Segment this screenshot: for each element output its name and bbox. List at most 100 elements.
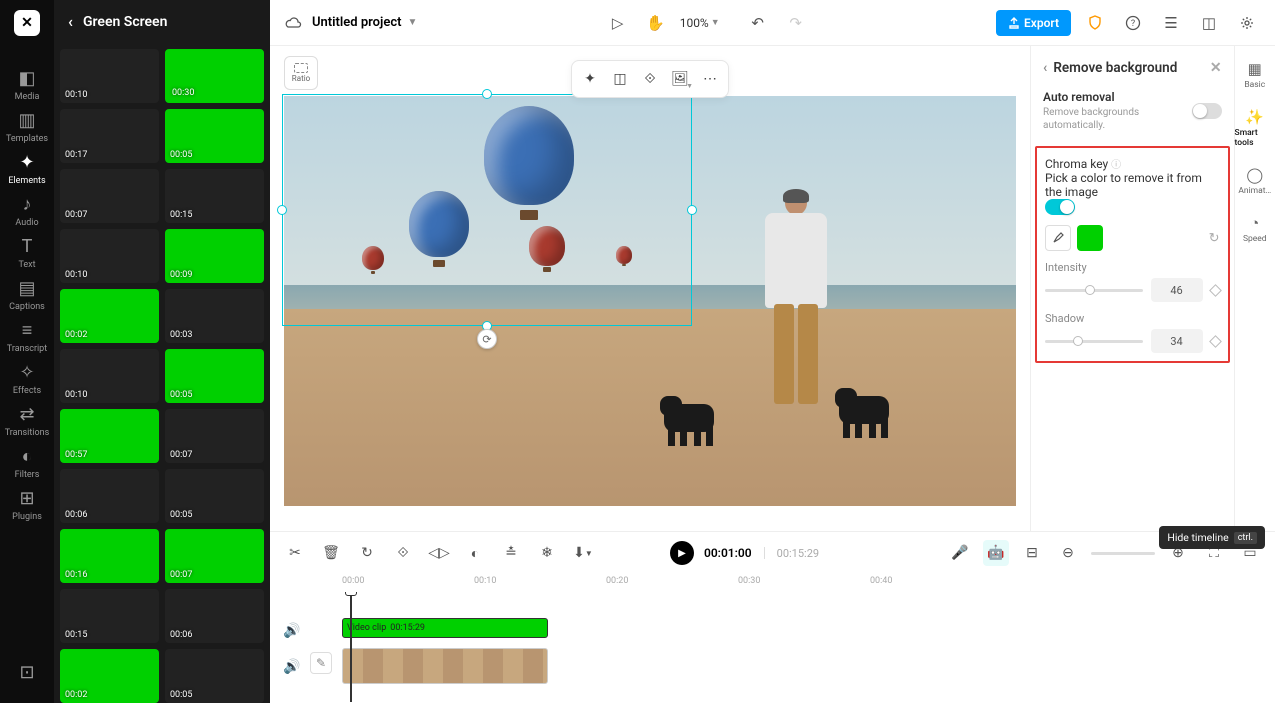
ratio-button[interactable]: Ratio [284,56,318,90]
cloud-icon[interactable] [284,16,302,30]
element-thumb[interactable]: 00:03 [165,289,264,343]
flip-icon[interactable]: ◐ [462,540,488,566]
auto-caption-icon[interactable]: 🤖 [983,540,1009,566]
chroma-color-swatch[interactable] [1077,225,1103,251]
close-icon[interactable]: ✕ [1210,60,1222,76]
nav-item-elements[interactable]: ✦Elements [5,148,50,190]
queue-icon[interactable]: ☰ [1157,9,1185,37]
export-button[interactable]: Export [996,10,1071,36]
shadow-slider[interactable] [1045,340,1143,343]
play-button[interactable]: ▶ [670,541,694,565]
track-edit-icon[interactable]: ✎ [310,652,332,674]
nav-bottom-icon[interactable]: ⊡ [19,662,34,683]
undo-icon[interactable]: ↶ [744,9,772,37]
element-thumb[interactable]: 00:10 [60,349,159,403]
shield-icon[interactable] [1081,9,1109,37]
nav-item-templates[interactable]: ▥Templates [5,106,50,148]
keyframe-icon[interactable] [1209,335,1222,348]
right-tab-animat-[interactable]: ◯Animat… [1238,166,1271,196]
panel-back-icon[interactable]: ‹ [68,12,73,31]
split-icon[interactable]: ✂ [282,540,308,566]
track-mute-icon[interactable]: 🔊 [280,616,304,646]
overlay-clip[interactable]: Video clip 00:15:29 [342,618,548,638]
right-tab-speed[interactable]: ◔Speed [1243,214,1267,244]
element-thumb[interactable]: 00:07 [60,169,159,223]
image-icon[interactable]: 🖼▼ [666,65,694,93]
element-thumb[interactable]: 00:17 [60,109,159,163]
nav-item-transcript[interactable]: ≡Transcript [5,316,50,358]
base-clip[interactable] [342,648,548,684]
element-thumb[interactable]: 00:05 [165,349,264,403]
canvas-viewport[interactable]: ⟳ [284,96,1016,517]
overlay-icon[interactable]: ◫ [606,65,634,93]
intensity-value[interactable]: 46 [1151,278,1203,302]
retry-icon[interactable]: ↻ [354,540,380,566]
element-thumb[interactable]: 00:06 [60,469,159,523]
timeline-tracks[interactable]: 🔊 🔊 ✎ Video clip 00:15:29 [270,592,1275,703]
mirror-icon[interactable]: ◁▷ [426,540,452,566]
auto-removal-toggle[interactable] [1192,103,1222,119]
video-frame[interactable]: ⟳ [284,96,1016,506]
rotate-handle[interactable]: ⟳ [477,329,497,349]
chroma-toggle[interactable] [1045,199,1075,215]
app-logo[interactable]: ✕ [14,10,40,36]
layout-icon[interactable]: ◫ [1195,9,1223,37]
nav-item-captions[interactable]: ▤Captions [5,274,50,316]
adjust-icon[interactable]: ≛ [498,540,524,566]
element-thumb[interactable]: 00:57 [60,409,159,463]
element-thumb[interactable]: 00:02 [60,649,159,703]
zoom-level[interactable]: 100% ▼ [680,16,720,30]
resize-handle[interactable] [687,205,697,215]
hand-tool-icon[interactable]: ✋ [642,9,670,37]
redo-icon[interactable]: ↷ [782,9,810,37]
more-icon[interactable]: ⋯ [696,65,724,93]
element-thumb[interactable]: 00:06 [165,589,264,643]
nav-item-transitions[interactable]: ⇄Transitions [5,400,50,442]
eyedropper-icon[interactable] [1045,225,1071,251]
nav-item-audio[interactable]: ♪Audio [5,190,50,232]
element-thumb[interactable]: 00:10 [60,49,159,103]
element-thumb[interactable]: 00:10 [60,229,159,283]
zoom-out-icon[interactable]: ⊖ [1055,540,1081,566]
delete-icon[interactable]: 🗑 [318,540,344,566]
intensity-slider[interactable] [1045,289,1143,292]
right-tab-smart-tools[interactable]: ✨Smart tools [1235,108,1275,148]
mic-icon[interactable]: 🎤 [947,540,973,566]
element-thumb[interactable]: 00:30 [165,49,264,103]
element-thumb[interactable]: 00:05 [165,469,264,523]
timeline-zoom-slider[interactable] [1091,552,1155,555]
nav-item-media[interactable]: ◧Media [5,64,50,106]
project-title[interactable]: Untitled project▼ [312,15,417,30]
resize-handle[interactable] [482,89,492,99]
element-thumb[interactable]: 00:09 [165,229,264,283]
align-icon[interactable]: ⊟ [1019,540,1045,566]
crop-icon[interactable]: ⟐ [636,65,664,93]
element-thumb[interactable]: 00:15 [60,589,159,643]
nav-item-text[interactable]: TText [5,232,50,274]
timeline-ruler[interactable]: 00:0000:1000:2000:3000:40 [270,574,1275,592]
playhead[interactable] [350,592,352,702]
keyframe-icon[interactable] [1209,284,1222,297]
freeze-icon[interactable]: ❄ [534,540,560,566]
nav-item-effects[interactable]: ✧Effects [5,358,50,400]
track-mute-icon[interactable]: 🔊 [280,652,304,682]
nav-item-filters[interactable]: ◐Filters [5,442,50,484]
cursor-tool-icon[interactable]: ▷ [604,9,632,37]
element-thumb[interactable]: 00:02 [60,289,159,343]
selection-box[interactable]: ⟳ [282,94,692,326]
element-thumb[interactable]: 00:05 [165,649,264,703]
element-thumb[interactable]: 00:07 [165,529,264,583]
settings-icon[interactable] [1233,9,1261,37]
download-icon[interactable]: ⬇▼ [570,540,596,566]
right-tab-basic[interactable]: ▦Basic [1244,60,1265,90]
crop-icon[interactable]: ⟐ [390,540,416,566]
help-icon[interactable]: ? [1119,9,1147,37]
nav-item-plugins[interactable]: ⊞Plugins [5,484,50,526]
element-thumb[interactable]: 00:15 [165,169,264,223]
element-thumb[interactable]: 00:05 [165,109,264,163]
enhance-icon[interactable]: ✦ [576,65,604,93]
reset-icon[interactable]: ↻ [1209,231,1220,246]
element-thumb[interactable]: 00:07 [165,409,264,463]
shadow-value[interactable]: 34 [1151,329,1203,353]
element-thumb[interactable]: 00:16 [60,529,159,583]
